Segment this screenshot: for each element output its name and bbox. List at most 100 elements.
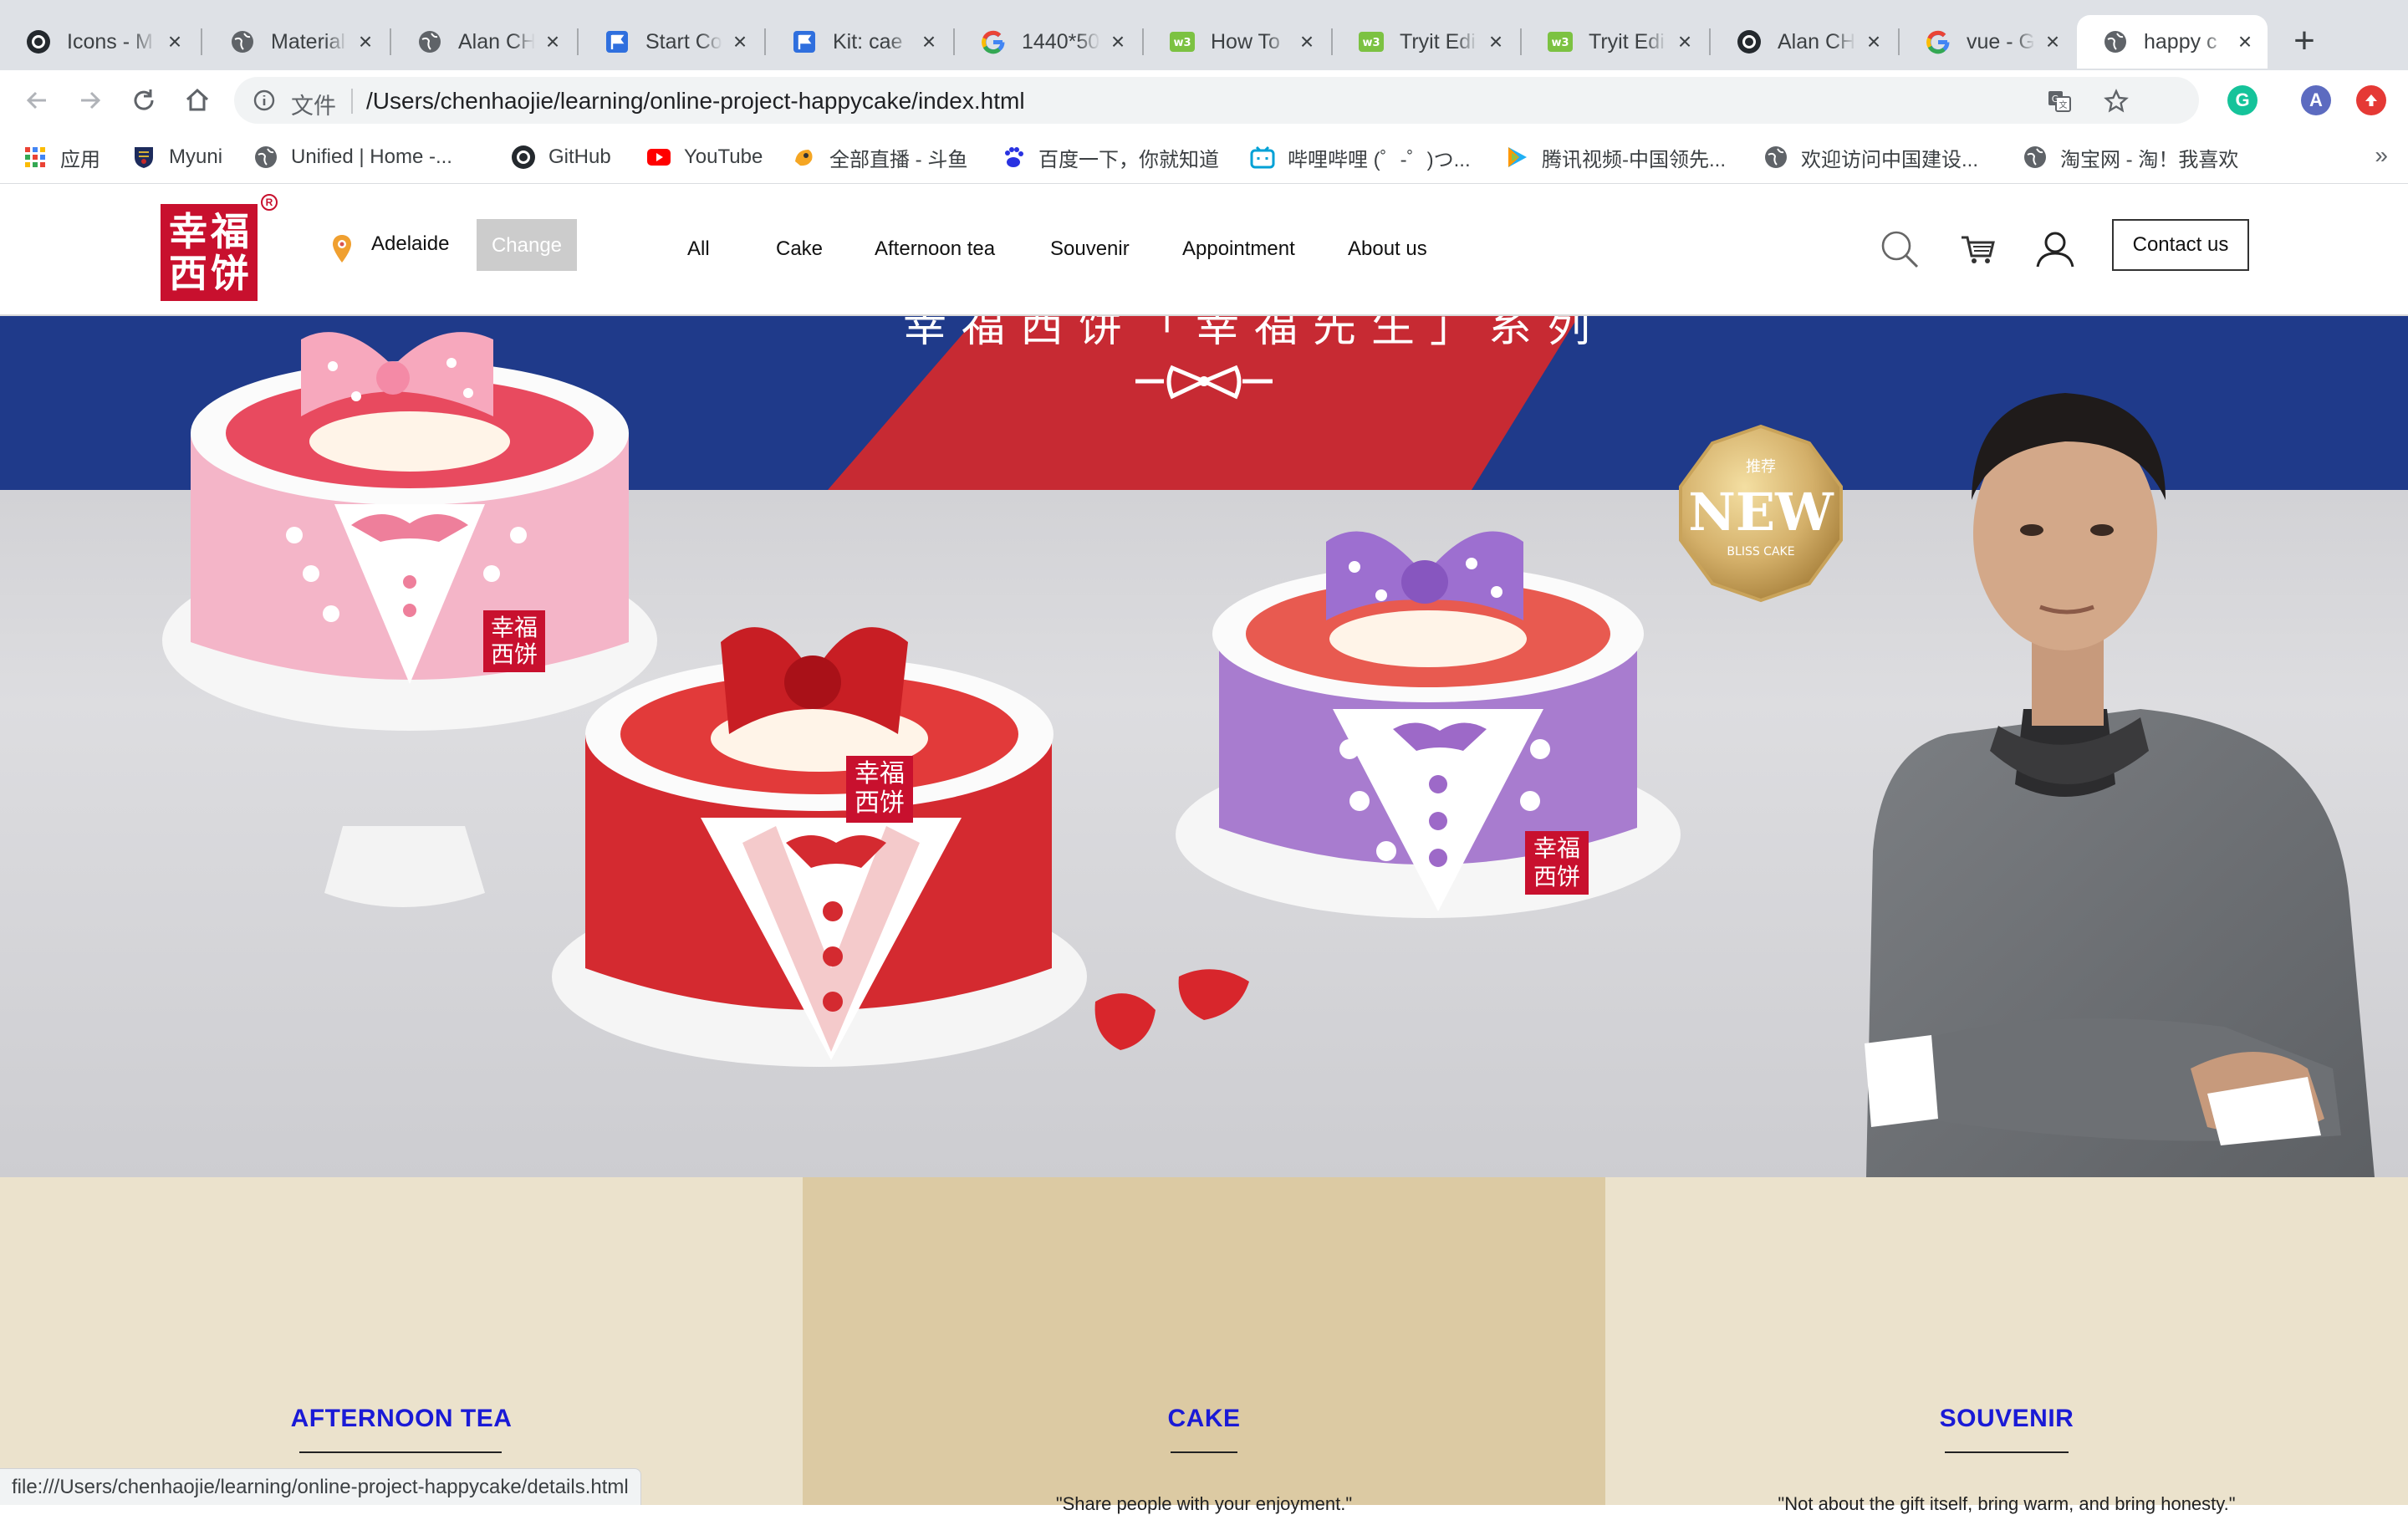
bookmark-tencent-video[interactable]: 腾讯视频-中国领先... bbox=[1503, 140, 1726, 174]
tab-7[interactable]: w3 How To × bbox=[1144, 15, 1329, 69]
tab-title: How To bbox=[1211, 29, 1280, 54]
cake-stamp-text: 西饼 bbox=[491, 640, 538, 668]
bookmark-label: 应用 bbox=[60, 148, 100, 171]
close-icon[interactable]: × bbox=[729, 30, 751, 54]
close-icon[interactable]: × bbox=[2234, 30, 2256, 54]
feature-cake[interactable]: CAKE "Share people with your enjoyment." bbox=[803, 1177, 1605, 1514]
tab-5[interactable]: Kit: cae × bbox=[766, 15, 951, 69]
bookmark-taobao[interactable]: 淘宝网 - 淘！我喜欢 bbox=[2022, 140, 2238, 174]
tab-9[interactable]: w3 Tryit Edi × bbox=[1522, 15, 1707, 69]
home-button[interactable] bbox=[177, 80, 217, 120]
tab-2[interactable]: Material × bbox=[204, 15, 388, 69]
cake-stamp-text: 幸福 bbox=[1533, 834, 1580, 862]
tab-11[interactable]: vue - Go × bbox=[1900, 15, 2075, 69]
logo-char: 饼 bbox=[211, 251, 249, 296]
globe-icon bbox=[2102, 28, 2129, 55]
close-icon[interactable]: × bbox=[164, 30, 186, 54]
bookmark-ccb[interactable]: 欢迎访问中国建设... bbox=[1763, 140, 1978, 174]
bookmark-baidu[interactable]: 百度一下，你就知道 bbox=[1000, 140, 1219, 174]
change-location-button[interactable]: Change bbox=[477, 219, 577, 271]
update-icon[interactable] bbox=[2356, 85, 2386, 115]
tab-10[interactable]: Alan CH × bbox=[1711, 15, 1896, 69]
close-icon[interactable]: × bbox=[542, 30, 564, 54]
user-icon[interactable] bbox=[2032, 226, 2079, 273]
info-icon[interactable] bbox=[251, 87, 278, 114]
feature-title[interactable]: CAKE bbox=[803, 1405, 1605, 1433]
tab-title: Material bbox=[271, 29, 345, 54]
tab-8[interactable]: w3 Tryit Edi × bbox=[1333, 15, 1518, 69]
bookmarks-overflow-button[interactable]: » bbox=[2375, 142, 2388, 169]
bookmark-label: Myuni bbox=[169, 145, 223, 168]
nav-all[interactable]: All bbox=[687, 237, 710, 261]
feature-souvenir[interactable]: SOUVENIR "Not about the gift itself, bri… bbox=[1605, 1177, 2408, 1514]
close-icon[interactable]: × bbox=[918, 30, 940, 54]
tab-title: 1440*50 bbox=[1022, 29, 1100, 54]
close-icon[interactable]: × bbox=[1485, 30, 1507, 54]
bookmark-myuni[interactable]: Myuni bbox=[130, 140, 222, 174]
star-icon[interactable] bbox=[2102, 87, 2130, 115]
nav-about-us[interactable]: About us bbox=[1348, 237, 1427, 261]
bookmark-label: 百度一下，你就知道 bbox=[1038, 148, 1219, 171]
tab-strip: Icons - M × Material × Alan CH × Start C… bbox=[0, 0, 2408, 70]
translate-icon[interactable]: G文 bbox=[2045, 87, 2074, 115]
feature-title[interactable]: SOUVENIR bbox=[1605, 1405, 2408, 1433]
nav-afternoon-tea[interactable]: Afternoon tea bbox=[875, 237, 995, 261]
bookmark-douyu[interactable]: 全部直播 - 斗鱼 bbox=[791, 140, 967, 174]
tab-title: Tryit Edi bbox=[1400, 29, 1476, 54]
nav-appointment[interactable]: Appointment bbox=[1182, 237, 1295, 261]
back-button[interactable] bbox=[17, 80, 57, 120]
close-icon[interactable]: × bbox=[355, 30, 376, 54]
tab-6[interactable]: 1440*50 × bbox=[955, 15, 1140, 69]
badge-top-text: 推荐 bbox=[1746, 458, 1776, 476]
bookmarks-bar: 应用 Myuni Unified | Home -... GitHub YouT… bbox=[0, 129, 2408, 184]
bookmark-label: 淘宝网 - 淘！我喜欢 bbox=[2060, 148, 2239, 171]
tab-1[interactable]: Icons - M × bbox=[0, 15, 197, 69]
tab-title: vue - Go bbox=[1967, 29, 2035, 54]
hero-banner[interactable]: 幸福 西饼 幸福 西饼 幸福 西饼 推荐 NEW BLISS CAKE 幸福西饼… bbox=[0, 316, 2408, 1177]
tab-4[interactable]: Start Co × bbox=[579, 15, 763, 69]
profile-avatar[interactable]: A bbox=[2301, 85, 2331, 115]
new-badge: 推荐 NEW BLISS CAKE bbox=[1679, 424, 1843, 603]
contact-us-button[interactable]: Contact us bbox=[2112, 219, 2249, 271]
bookmark-youtube[interactable]: YouTube bbox=[645, 140, 763, 174]
close-icon[interactable]: × bbox=[1107, 30, 1129, 54]
bookmark-bilibili[interactable]: 哔哩哔哩 (゜-゜)つ... bbox=[1249, 140, 1471, 174]
forward-button[interactable] bbox=[70, 80, 110, 120]
bookmark-label: 腾讯视频-中国领先... bbox=[1542, 148, 1726, 171]
tab-title: Tryit Edi bbox=[1589, 29, 1665, 54]
grammarly-extension-icon[interactable]: G bbox=[2227, 85, 2258, 115]
close-icon[interactable]: × bbox=[1296, 30, 1318, 54]
close-icon[interactable]: × bbox=[1863, 30, 1885, 54]
bookmark-apps[interactable]: 应用 bbox=[22, 140, 100, 174]
url-text[interactable]: /Users/chenhaojie/learning/online-projec… bbox=[366, 88, 1025, 115]
close-icon[interactable]: × bbox=[2042, 30, 2064, 54]
logo-char: 幸 bbox=[169, 209, 207, 254]
cart-icon[interactable] bbox=[1955, 226, 2002, 273]
svg-text:文: 文 bbox=[2059, 99, 2068, 110]
new-tab-button[interactable]: + bbox=[2284, 22, 2324, 62]
nav-cake[interactable]: Cake bbox=[776, 237, 823, 261]
close-icon[interactable]: × bbox=[1674, 30, 1696, 54]
flag-icon bbox=[604, 28, 630, 55]
link-status-bar: file:///Users/chenhaojie/learning/online… bbox=[0, 1468, 641, 1505]
reload-button[interactable] bbox=[124, 80, 164, 120]
location-city: Adelaide bbox=[371, 232, 450, 255]
tab-title: Alan CH bbox=[458, 29, 535, 54]
brand-logo[interactable]: 幸 福 西 饼 bbox=[161, 204, 258, 301]
search-icon[interactable] bbox=[1876, 226, 1923, 273]
baidu-icon bbox=[1000, 144, 1027, 171]
tab-title: Alan CH bbox=[1778, 29, 1856, 54]
tab-12-active[interactable]: happy c × bbox=[2077, 15, 2268, 69]
feature-title[interactable]: AFTERNOON TEA bbox=[0, 1405, 803, 1433]
cake-stamp-text: 幸福 bbox=[491, 614, 538, 641]
nav-souvenir[interactable]: Souvenir bbox=[1050, 237, 1130, 261]
globe-icon bbox=[2022, 144, 2048, 171]
feature-afternoon-tea[interactable]: AFTERNOON TEA bbox=[0, 1177, 803, 1505]
bookmark-label: 欢迎访问中国建设... bbox=[1801, 148, 1979, 171]
address-bar[interactable]: 文件 /Users/chenhaojie/learning/online-pro… bbox=[234, 77, 2199, 124]
github-icon bbox=[510, 144, 537, 171]
bookmark-github[interactable]: GitHub bbox=[510, 140, 611, 174]
svg-text:w3: w3 bbox=[1551, 37, 1569, 49]
tab-3[interactable]: Alan CH × bbox=[391, 15, 575, 69]
bookmark-unified[interactable]: Unified | Home -... bbox=[253, 140, 452, 174]
